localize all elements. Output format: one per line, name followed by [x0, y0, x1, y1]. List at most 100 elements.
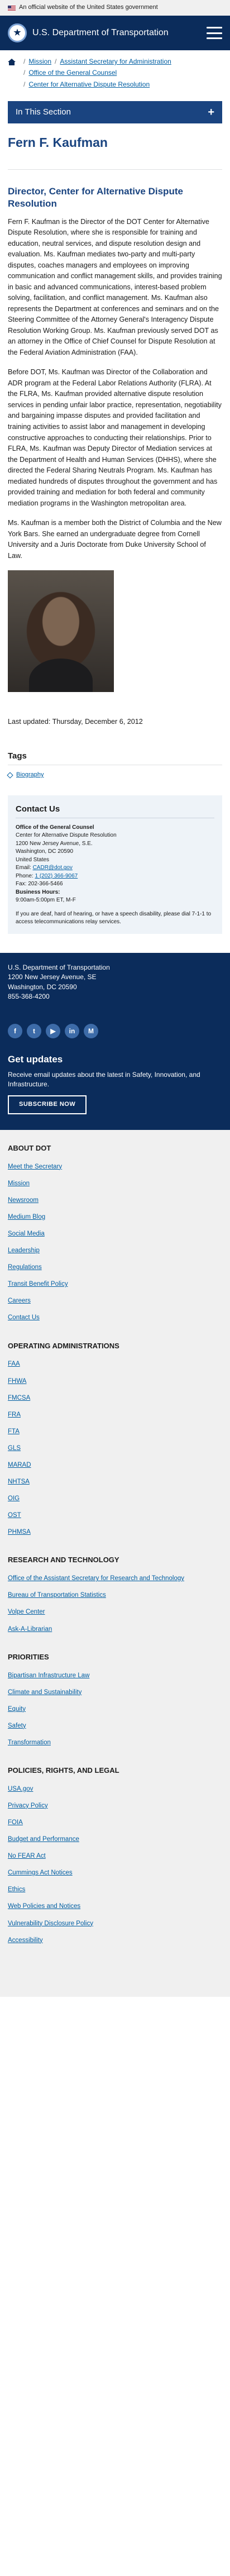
footer-link[interactable]: Privacy Policy	[8, 1802, 48, 1809]
footer-link[interactable]: No FEAR Act	[8, 1853, 46, 1859]
twitter-icon[interactable]: t	[27, 1024, 41, 1039]
breadcrumb-general-counsel[interactable]: Office of the General Counsel	[28, 68, 117, 78]
footer-link-item: Mission	[8, 1175, 222, 1192]
section-nav-toggle[interactable]: In This Section +	[8, 101, 222, 124]
contact-line: United States	[16, 856, 50, 863]
footer-link[interactable]: Mission	[8, 1180, 30, 1187]
breadcrumb-mission[interactable]: Mission	[28, 57, 51, 66]
tags-title: Tags	[8, 751, 27, 761]
footer-section-title: OPERATING ADMINISTRATIONS	[8, 1341, 119, 1350]
footer-link[interactable]: OST	[8, 1512, 21, 1519]
footer-link-item: Office of the Assistant Secretary for Re…	[8, 1570, 222, 1587]
footer-link[interactable]: Cummings Act Notices	[8, 1869, 73, 1876]
footer-link[interactable]: Office of the Assistant Secretary for Re…	[8, 1575, 184, 1582]
footer-link-item: Climate and Sustainability	[8, 1684, 222, 1701]
updates-text: Receive email updates about the latest i…	[8, 1071, 200, 1089]
footer-link[interactable]: Regulations	[8, 1264, 42, 1271]
footer-link-item: Privacy Policy	[8, 1797, 222, 1814]
footer-link[interactable]: NHTSA	[8, 1478, 30, 1485]
footer-link-item: MARAD	[8, 1457, 222, 1473]
footer-link-item: Web Policies and Notices	[8, 1898, 222, 1915]
footer-link[interactable]: Budget and Performance	[8, 1836, 79, 1843]
footer-link[interactable]: Transformation	[8, 1739, 51, 1746]
dot-seal-icon[interactable]: ★	[8, 23, 27, 42]
contact-phone-row: Phone: 1 (202) 366-9067	[16, 872, 78, 879]
footer-link[interactable]: USA.gov	[8, 1786, 33, 1792]
article-paragraph: Ms. Kaufman is a member both the Distric…	[8, 519, 222, 560]
tag-link-biography[interactable]: Biography	[16, 771, 44, 780]
medium-icon[interactable]: M	[84, 1024, 98, 1039]
footer-link[interactable]: FAA	[8, 1361, 20, 1367]
footer-link[interactable]: FMCSA	[8, 1395, 30, 1401]
contact-line: 1200 New Jersey Avenue, S.E.	[16, 840, 93, 847]
footer-link[interactable]: Climate and Sustainability	[8, 1689, 82, 1696]
footer-section-title: PRIORITIES	[8, 1652, 49, 1661]
footer-link-list: USA.gov Privacy Policy FOIA Budget and Perf…	[8, 1781, 222, 1949]
footer-link-list: FAA FHWA FMCSA FRA FTA GLS MARAD NHTSA OIG OST PHM…	[8, 1356, 222, 1540]
gov-banner-text: An official website of the United States…	[19, 4, 158, 11]
menu-button[interactable]	[207, 27, 222, 39]
breadcrumb-cadr[interactable]: Center for Alternative Dispute Resolutio…	[28, 80, 150, 89]
footer-link[interactable]: FRA	[8, 1411, 21, 1418]
footer-link[interactable]: Vulnerability Disclosure Policy	[8, 1920, 93, 1927]
footer-link[interactable]: Bipartisan Infrastructure Law	[8, 1672, 89, 1679]
plus-icon: +	[208, 106, 214, 118]
tag-item: Biography	[7, 771, 222, 780]
footer-link-item: FRA	[8, 1406, 222, 1423]
footer-section-title: ABOUT DOT	[8, 1143, 51, 1152]
contact-org: Office of the General Counsel	[16, 824, 94, 831]
site-name[interactable]: U.S. Department of Transportation	[32, 26, 207, 39]
linkedin-icon[interactable]: in	[65, 1024, 79, 1039]
footer-link[interactable]: Meet the Secretary	[8, 1163, 62, 1170]
home-icon[interactable]	[8, 58, 16, 65]
footer-link[interactable]: Careers	[8, 1297, 31, 1304]
footer-section-title: RESEARCH AND TECHNOLOGY	[8, 1556, 119, 1564]
breadcrumb-assistant-secretary[interactable]: Assistant Secretary for Administration	[60, 57, 171, 66]
contact-phone-link[interactable]: 1 (202) 366-9067	[35, 873, 78, 879]
footer-link[interactable]: Social Media	[8, 1230, 45, 1237]
footer-link[interactable]: Ethics	[8, 1886, 25, 1893]
article-paragraph: Before DOT, Ms. Kaufman was Director of …	[8, 368, 222, 507]
youtube-icon[interactable]: ▶	[46, 1024, 60, 1039]
footer-link[interactable]: Contact Us	[8, 1314, 40, 1321]
breadcrumb: / Mission / Assistant Secretary for Admi…	[0, 50, 230, 97]
last-updated: Last updated: Thursday, December 6, 2012	[8, 718, 143, 726]
footer-link[interactable]: Equity	[8, 1706, 26, 1712]
footer-link[interactable]: Bureau of Transportation Statistics	[8, 1592, 106, 1599]
footer-link[interactable]: Web Policies and Notices	[8, 1903, 80, 1910]
section-nav-label: In This Section	[16, 107, 71, 117]
footer-links: ABOUT DOT Meet the Secretary Mission Newsro…	[0, 1129, 230, 1997]
footer-link[interactable]: OIG	[8, 1495, 20, 1502]
footer-link[interactable]: Medium Blog	[8, 1214, 45, 1220]
footer-link-item: FMCSA	[8, 1390, 222, 1406]
subscribe-button[interactable]: SUBSCRIBE NOW	[8, 1095, 87, 1114]
facebook-icon[interactable]: f	[8, 1024, 22, 1039]
footer-link[interactable]: FOIA	[8, 1819, 23, 1826]
footer-link[interactable]: PHMSA	[8, 1529, 31, 1535]
footer-link-item: Medium Blog	[8, 1209, 222, 1225]
footer-primary: U.S. Department of Transportation 1200 N…	[0, 952, 230, 1130]
footer-link[interactable]: MARAD	[8, 1462, 31, 1468]
footer-link[interactable]: Transit Benefit Policy	[8, 1281, 68, 1287]
footer-link-item: Careers	[8, 1292, 222, 1309]
footer-link-item: Social Media	[8, 1225, 222, 1242]
footer-link-list: Office of the Assistant Secretary for Re…	[8, 1570, 222, 1637]
contact-note: If you are deaf, hard of hearing, or hav…	[16, 910, 212, 925]
footer-link[interactable]: Accessibility	[8, 1937, 43, 1944]
footer-link[interactable]: FTA	[8, 1428, 20, 1435]
tag-icon	[7, 772, 13, 779]
footer-link[interactable]: FHWA	[8, 1378, 26, 1385]
footer-link-item: Budget and Performance	[8, 1831, 222, 1848]
footer-link[interactable]: Leadership	[8, 1247, 40, 1254]
footer-link-item: Accessibility	[8, 1932, 222, 1949]
footer-link-item: Volpe Center	[8, 1604, 222, 1620]
updates-title: Get updates	[8, 1054, 63, 1065]
contact-email-link[interactable]: CADR@dot.gov	[33, 865, 73, 871]
footer-link[interactable]: Volpe Center	[8, 1609, 45, 1615]
footer-link-item: USA.gov	[8, 1781, 222, 1797]
portrait-photo	[8, 570, 114, 693]
footer-link[interactable]: Safety	[8, 1723, 26, 1729]
footer-link[interactable]: GLS	[8, 1445, 21, 1452]
footer-link[interactable]: Ask-A-Librarian	[8, 1626, 52, 1633]
footer-link[interactable]: Newsroom	[8, 1197, 39, 1204]
